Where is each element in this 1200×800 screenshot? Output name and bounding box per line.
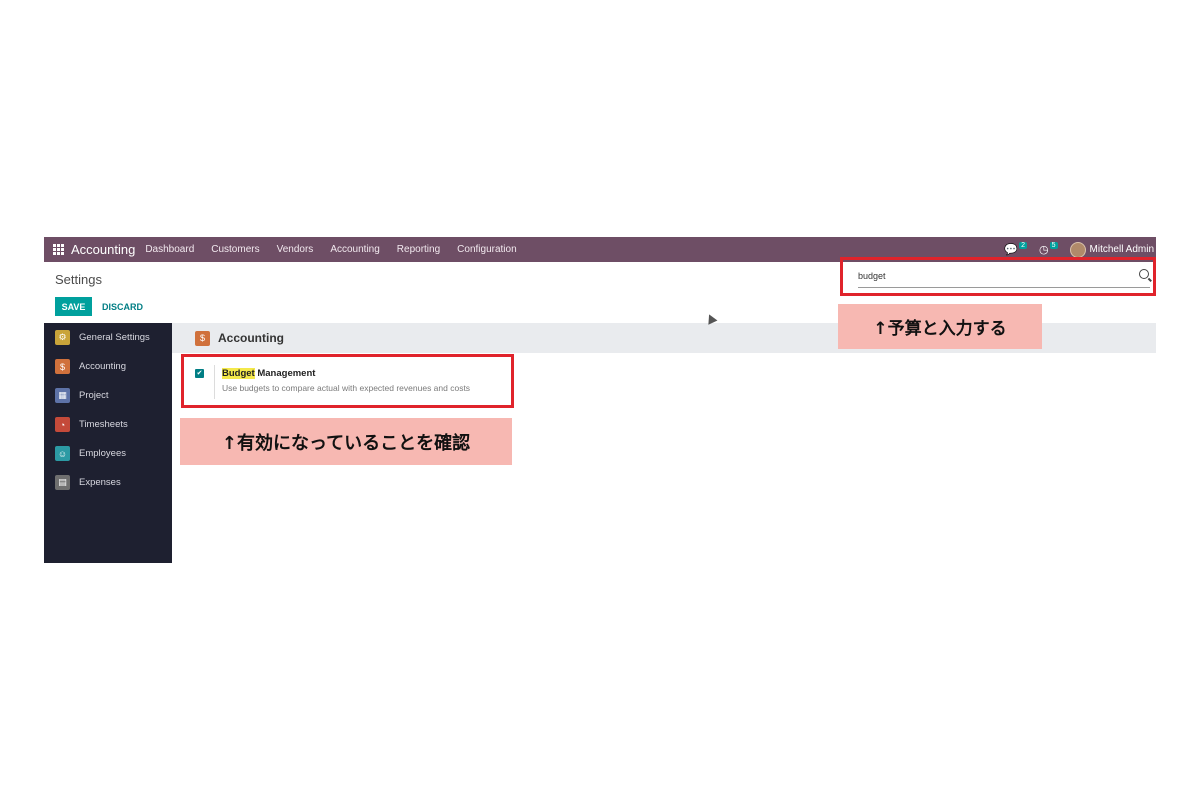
sidebar-item-label: Timesheets: [79, 419, 128, 430]
chat-icon: 💬: [1004, 244, 1019, 256]
sidebar-item-label: Accounting: [79, 361, 127, 372]
menu-item-vendors[interactable]: Vendors: [277, 244, 314, 255]
section-title: Accounting: [218, 331, 284, 345]
avatar[interactable]: [1069, 241, 1086, 258]
menu-item-configuration[interactable]: Configuration: [457, 244, 516, 255]
menu-item-reporting[interactable]: Reporting: [397, 244, 440, 255]
discard-button[interactable]: DISCARD: [102, 297, 143, 316]
accounting-icon: $: [55, 359, 70, 374]
search-highlight-box: [840, 257, 1156, 296]
gear-icon: ⚙: [55, 330, 70, 345]
settings-sidebar: ⚙ General Settings $ Accounting ▦ Projec…: [44, 323, 172, 563]
sidebar-item-project[interactable]: ▦ Project: [44, 381, 172, 410]
stopwatch-icon: ◔: [55, 417, 70, 432]
sidebar-item-label: Employees: [79, 448, 126, 459]
apps-menu-icon[interactable]: [53, 244, 64, 255]
search-annotation: ↑予算と入力する: [838, 304, 1042, 349]
sidebar-item-label: Expenses: [79, 477, 121, 488]
sidebar-item-employees[interactable]: ☺ Employees: [44, 439, 172, 468]
messages-button[interactable]: 💬 2: [1004, 242, 1028, 256]
menu-item-dashboard[interactable]: Dashboard: [145, 244, 194, 255]
expenses-icon: ▤: [55, 475, 70, 490]
accounting-icon: $: [195, 330, 210, 346]
app-title[interactable]: Accounting: [71, 242, 135, 257]
messages-badge: 2: [1019, 242, 1028, 249]
project-icon: ▦: [55, 388, 70, 403]
activities-badge: 5: [1049, 242, 1058, 249]
sidebar-item-accounting[interactable]: $ Accounting: [44, 352, 172, 381]
activities-button[interactable]: ◷ 5: [1039, 242, 1058, 256]
sidebar-item-label: General Settings: [79, 332, 150, 343]
sidebar-item-general-settings[interactable]: ⚙ General Settings: [44, 323, 172, 352]
main-menu: Dashboard Customers Vendors Accounting R…: [145, 244, 533, 255]
save-button[interactable]: SAVE: [55, 297, 92, 316]
menu-item-customers[interactable]: Customers: [211, 244, 259, 255]
employees-icon: ☺: [55, 446, 70, 461]
user-menu[interactable]: Mitchell Admin: [1090, 244, 1154, 255]
setting-annotation: ↑有効になっていることを確認: [180, 418, 512, 465]
sidebar-item-timesheets[interactable]: ◔ Timesheets: [44, 410, 172, 439]
clock-icon: ◷: [1039, 244, 1049, 256]
page-title: Settings: [55, 272, 102, 287]
sidebar-item-label: Project: [79, 390, 109, 401]
setting-highlight-box: [181, 354, 514, 408]
menu-item-accounting[interactable]: Accounting: [330, 244, 379, 255]
sidebar-item-expenses[interactable]: ▤ Expenses: [44, 468, 172, 497]
